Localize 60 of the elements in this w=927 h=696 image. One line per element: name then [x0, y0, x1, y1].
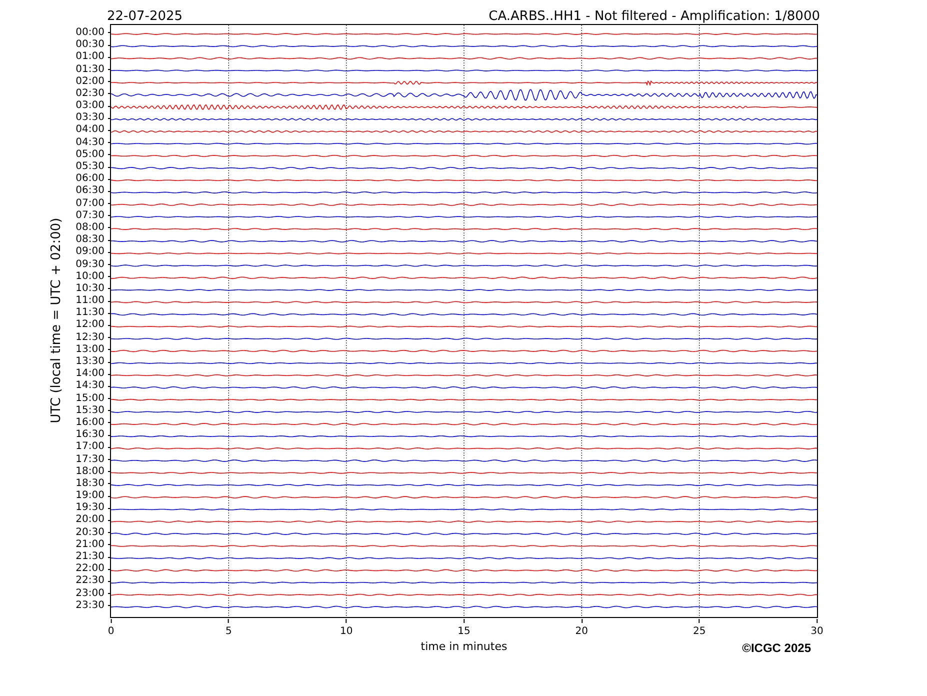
x-tick-label: 30	[810, 626, 824, 637]
x-axis-label: time in minutes	[420, 640, 508, 653]
y-tick-label: 13:30	[76, 357, 104, 368]
date-label: 22-07-2025	[107, 9, 183, 24]
y-tick-label: 19:00	[76, 491, 104, 502]
y-tick-label: 05:00	[76, 150, 104, 160]
y-tick-label: 12:00	[76, 320, 104, 330]
y-tick-label: 06:30	[76, 186, 104, 196]
x-tick-label: 0	[108, 626, 114, 637]
y-tick-label: 07:00	[76, 198, 104, 209]
x-tick-label: 20	[575, 626, 588, 637]
y-tick-label: 04:30	[76, 138, 104, 148]
y-tick-label: 00:30	[76, 40, 104, 50]
x-tick-label: 10	[340, 626, 353, 637]
y-tick-label: 14:00	[76, 369, 104, 380]
y-tick-label: 08:30	[76, 235, 104, 246]
chart-title: CA.ARBS..HH1 - Not filtered - Amplification: 1/8000	[488, 9, 820, 24]
y-tick-label: 05:30	[76, 162, 104, 172]
y-tick-label: 03:00	[76, 101, 104, 112]
y-tick-label: 18:30	[76, 478, 104, 489]
y-tick-label: 16:30	[76, 430, 104, 440]
y-tick-label: 22:00	[76, 564, 104, 574]
y-tick-label: 15:30	[76, 406, 104, 416]
y-tick-label: 01:30	[76, 64, 104, 75]
y-tick-label: 13:00	[76, 344, 104, 355]
x-tick-label: 15	[458, 626, 470, 637]
y-tick-label: 10:00	[76, 272, 104, 282]
y-tick-label: 02:00	[76, 76, 104, 87]
x-tick-label: 5	[225, 626, 232, 637]
y-tick-label: 23:30	[76, 600, 104, 611]
y-tick-label: 21:00	[76, 540, 104, 550]
y-tick-label: 03:30	[76, 113, 104, 124]
y-tick-label: 11:00	[76, 296, 104, 306]
copyright-label: ©ICGC 2025	[742, 641, 811, 655]
y-tick-label: 18:00	[76, 466, 104, 477]
y-tick-label: 04:00	[76, 125, 104, 136]
y-tick-label: 21:30	[76, 552, 104, 562]
y-tick-label: 14:30	[76, 381, 104, 392]
y-tick-label: 06:00	[76, 174, 104, 184]
y-tick-label: 01:00	[76, 52, 104, 62]
y-tick-label: 23:00	[76, 588, 104, 599]
y-tick-label: 02:30	[76, 88, 104, 99]
y-tick-label: 15:00	[76, 394, 104, 404]
y-tick-label: 16:00	[76, 418, 104, 428]
y-tick-label: 17:30	[76, 454, 104, 465]
y-tick-label: 11:30	[76, 308, 104, 318]
y-tick-label: 00:00	[76, 28, 104, 38]
y-tick-label: 17:00	[76, 442, 104, 452]
y-tick-label: 10:30	[76, 284, 104, 294]
y-tick-label: 09:30	[76, 260, 104, 270]
y-tick-label: 12:30	[76, 332, 104, 343]
y-tick-label: 09:00	[76, 247, 104, 258]
y-tick-label: 19:30	[76, 503, 104, 514]
y-tick-label: 22:30	[76, 576, 104, 586]
y-tick-label: 20:00	[76, 515, 104, 526]
x-tick-label: 25	[692, 626, 706, 637]
y-tick-label: 20:30	[76, 528, 104, 538]
y-tick-label: 08:00	[76, 222, 104, 233]
y-axis-label: UTC (local time = UTC + 02:00)	[50, 217, 64, 423]
y-tick-label: 07:30	[76, 210, 104, 221]
